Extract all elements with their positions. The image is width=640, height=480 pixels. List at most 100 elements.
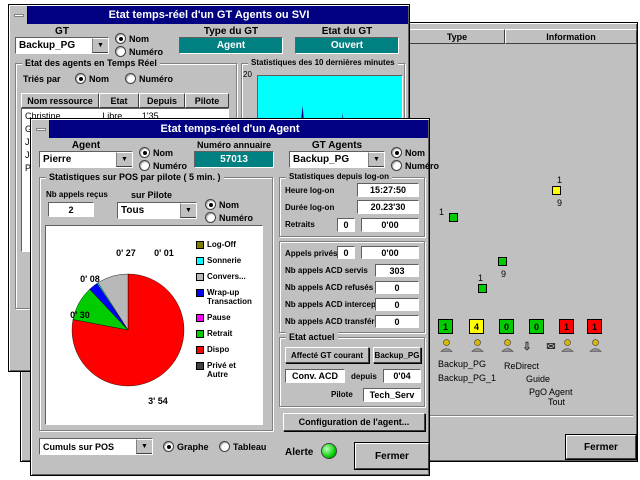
sort-radio-numero[interactable] [125,73,136,84]
heure-logon-value: 15:27:50 [357,183,419,197]
gt-select[interactable]: Backup_PG ▼ [15,37,109,54]
divider [425,415,633,417]
acd-transferes-label: Nb appels ACD transférés [285,317,383,326]
legend-item: Wrap-up Transaction [196,288,258,306]
gt-radio-numero[interactable] [115,46,126,57]
system-menu-icon[interactable] [10,6,28,24]
sort-radio-numero-label: Numéro [139,74,173,84]
dropdown-arrow-icon[interactable]: ▼ [368,152,384,167]
agent-icon[interactable] [499,337,515,353]
etat-gt-label: Etat du GT [295,26,399,37]
agent-icon[interactable] [559,337,575,353]
gt-window-title: Etat temps-réel d'un GT Agents ou SVI [109,9,310,21]
gt-agents-select[interactable]: Backup_PG ▼ [289,151,385,168]
affecte-gt-button[interactable]: Affecté GT courant [285,347,369,363]
dropdown-arrow-icon[interactable]: ▼ [136,439,152,454]
cumuls-select[interactable]: Cumuls sur POS ▼ [39,438,153,455]
resource-group-label: PgO Agent [529,387,573,397]
dropdown-arrow-icon[interactable]: ▼ [116,152,132,167]
gt-courant-button[interactable]: Backup_PG [373,347,421,363]
agent-label: Agent [39,140,133,151]
column-header[interactable]: Depuis [139,93,185,108]
gt-agents-radio-numero-label: Numéro [405,161,439,171]
column-header[interactable]: Pilote [185,93,229,108]
sort-radio-nom[interactable] [75,73,86,84]
gt-agents-radio-numero[interactable] [391,160,402,171]
pos-stats-legend: Statistiques sur POS par pilote ( 5 min.… [46,172,224,182]
legend-item: Sonnerie [196,256,258,265]
numero-annuaire-label: Numéro annuaire [189,140,279,150]
pilote-select-value[interactable]: Tous [118,203,180,218]
agent-icon[interactable] [469,337,485,353]
acd-refuses-label: Nb appels ACD refusés [285,283,373,292]
legend-label: Sonnerie [207,256,241,265]
legend-label: Privé et Autre [207,361,258,379]
group-status-chip[interactable]: 4 [469,319,484,334]
gt-agents-select-value[interactable]: Backup_PG [290,152,368,167]
acd-interceptes-value: 0 [375,298,419,311]
agent-icon[interactable] [438,337,454,353]
pilote-label: Pilote [331,390,353,399]
acd-interceptes-label: Nb appels ACD interceptés [285,300,387,309]
agent-select-value[interactable]: Pierre [40,152,116,167]
status-square [478,284,487,293]
gt-select-value[interactable]: Backup_PG [16,38,92,53]
appels-prives-label: Appels privés [285,249,337,258]
gt-agents-radio-nom[interactable] [391,147,402,158]
tout-label: Tout [548,397,565,407]
bg-close-button[interactable]: Fermer [566,435,636,459]
group-status-chip[interactable]: 1 [559,319,574,334]
duree-logon-value: 20.23'30 [357,200,419,214]
group-status-chip[interactable]: 1 [587,319,602,334]
agent-radio-numero[interactable] [139,160,150,171]
system-menu-icon[interactable] [32,120,50,138]
legend-item: Convers... [196,272,258,281]
system-menu-dash-icon [36,128,46,131]
config-agent-button[interactable]: Configuration de l'agent... [283,413,425,431]
agent-window-titlebar[interactable]: Etat temps-réel d'un Agent [32,120,428,138]
legend-swatch-icon [196,346,204,354]
agent-radio-nom[interactable] [139,147,150,158]
bg-header-cell-type[interactable]: Type [409,29,505,44]
resource-group-label: Backup_PG [438,359,486,369]
bg-header-cell-information[interactable]: Information [505,29,637,44]
pilote-radio-numero[interactable] [205,212,216,223]
gt-radio-nom[interactable] [115,33,126,44]
tableau-radio[interactable] [219,441,230,452]
desktop: 19191140011⇩✉Backup_PGReDirectBackup_PG_… [0,0,640,480]
cumuls-select-value[interactable]: Cumuls sur POS [40,439,136,454]
graphe-radio[interactable] [163,441,174,452]
legend-label: Retrait [207,329,232,338]
resource-group-label: Backup_PG_1 [438,373,496,383]
pie-legend: Log-OffSonnerieConvers...Wrap-up Transac… [196,240,258,386]
dropdown-arrow-icon[interactable]: ▼ [92,38,108,53]
depuis-value: 0'04 [383,369,421,383]
pilote-select[interactable]: Tous ▼ [117,202,197,219]
column-header[interactable]: Nom ressource [21,93,99,108]
agent-icon[interactable] [587,337,603,353]
agent-window-title: Etat temps-réel d'un Agent [160,123,299,135]
pilote-radio-nom[interactable] [205,199,216,210]
gt-radio-numero-label: Numéro [129,47,163,57]
nb-appels-recus-value: 2 [48,202,94,217]
group-status-chip[interactable]: 0 [499,319,514,334]
agent-close-button[interactable]: Fermer [355,443,429,469]
window-agent-realtime: Etat temps-réel d'un Agent Agent Pierre … [30,118,430,476]
heure-logon-label: Heure log-on [285,186,334,195]
agent-radio-nom-label: Nom [153,148,173,158]
legend-label: Pause [207,313,231,322]
dropdown-arrow-icon[interactable]: ▼ [180,203,196,218]
legend-swatch-icon [196,330,204,338]
group-status-chip[interactable]: 0 [529,319,544,334]
redirect-icon[interactable]: ⇩ [519,338,535,354]
acd-servis-label: Nb appels ACD servis [285,266,368,275]
agent-select[interactable]: Pierre ▼ [39,151,133,168]
document-icon[interactable]: ✉ [543,338,559,354]
legend-item: Dispo [196,345,258,354]
group-status-chip[interactable]: 1 [438,319,453,334]
legend-swatch-icon [196,362,204,370]
pie-label: 0' 08 [80,274,100,284]
gt-window-titlebar[interactable]: Etat temps-réel d'un GT Agents ou SVI [10,6,408,24]
type-gt-label: Type du GT [179,26,283,37]
column-header[interactable]: Etat [99,93,139,108]
